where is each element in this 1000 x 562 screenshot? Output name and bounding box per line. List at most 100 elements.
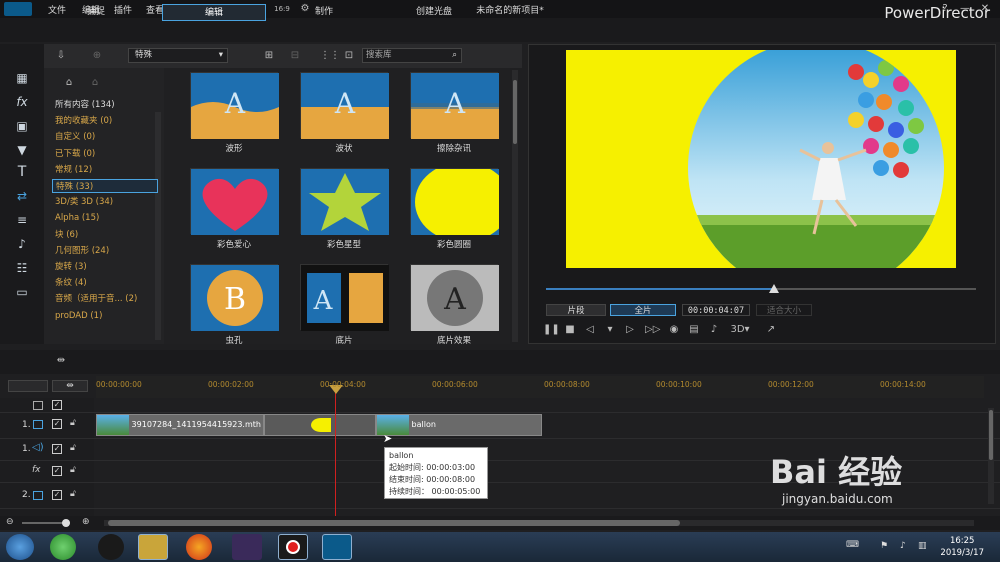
- category-item[interactable]: 已下载 (0): [52, 147, 158, 161]
- transition-thumbnail-wavy[interactable]: A: [300, 72, 389, 139]
- tray-network-icon[interactable]: ▥: [918, 541, 927, 551]
- audio-track-lock-icon[interactable]: 🔓︎: [70, 443, 76, 453]
- playhead[interactable]: [335, 388, 336, 516]
- thumbnail-size-icon[interactable]: ⊡: [342, 49, 356, 63]
- category-item[interactable]: 我的收藏夹 (0): [52, 114, 158, 128]
- video-track-enable-checkbox[interactable]: ✓: [52, 419, 62, 429]
- pip-room-icon[interactable]: ▣: [14, 118, 30, 134]
- transition-thumbnail-star[interactable]: [300, 168, 389, 235]
- timecode-display[interactable]: 00:00:04:07: [682, 304, 750, 316]
- category-item[interactable]: 音频（适用于音... (2): [52, 292, 158, 306]
- zoom-slider-knob[interactable]: [62, 519, 70, 527]
- video-track-2-enable-checkbox[interactable]: ✓: [52, 490, 62, 500]
- previous-frame-icon[interactable]: ◁: [583, 323, 597, 337]
- transition-thumbnail-film[interactable]: A: [300, 264, 389, 331]
- fast-forward-icon[interactable]: ▷▷: [645, 323, 660, 337]
- track-all-checkbox[interactable]: ✓: [52, 400, 62, 410]
- title-room-icon[interactable]: T: [14, 164, 30, 180]
- category-item[interactable]: 旋转 (3): [52, 260, 158, 274]
- mark-in-icon[interactable]: ▾: [603, 323, 617, 337]
- taskbar-qq-icon[interactable]: [98, 534, 124, 560]
- add-to-timeline-icon[interactable]: ⊞: [262, 49, 276, 63]
- fx-room-icon[interactable]: fx: [14, 94, 30, 110]
- volume-icon[interactable]: ♪: [707, 323, 721, 337]
- category-item[interactable]: Alpha (15): [52, 211, 158, 225]
- chapter-room-icon[interactable]: ☷: [14, 260, 30, 276]
- import-icon[interactable]: ⇩: [54, 49, 68, 63]
- search-input[interactable]: 搜索库 ⌕: [362, 48, 462, 63]
- track-all-video-icon[interactable]: [33, 401, 43, 410]
- category-item[interactable]: 3D/类 3D (34): [52, 195, 158, 209]
- category-item[interactable]: 块 (6): [52, 228, 158, 242]
- tray-flag-icon[interactable]: ⚑: [880, 541, 888, 551]
- taskbar-explorer-icon[interactable]: [138, 534, 168, 560]
- taskbar-media-app-icon[interactable]: [232, 534, 262, 560]
- video-track-2-lock-icon[interactable]: 🔓︎: [70, 489, 76, 499]
- next-frame-icon[interactable]: ▷: [623, 323, 637, 337]
- add-favorite-icon[interactable]: ⊟: [288, 49, 302, 63]
- library-scroll-thumb[interactable]: [513, 80, 517, 144]
- timeline-clip-ballon[interactable]: ballon: [376, 414, 542, 436]
- taskbar-360-icon[interactable]: [50, 534, 76, 560]
- category-item[interactable]: proDAD (1): [52, 309, 158, 323]
- audio-track-enable-checkbox[interactable]: ✓: [52, 444, 62, 454]
- brand-name: PowerDirector: [884, 4, 990, 22]
- transition-thumbnail-negative[interactable]: A: [410, 264, 499, 331]
- category-dropdown[interactable]: 特殊 ▾: [128, 48, 228, 63]
- fit-size-dropdown[interactable]: 适合大小: [756, 304, 812, 316]
- fit-timeline-button[interactable]: ⇹: [52, 380, 88, 392]
- segment-mode-button[interactable]: 片段: [546, 304, 606, 316]
- three-d-toggle[interactable]: 3D▾: [728, 323, 752, 337]
- category-item[interactable]: 条纹 (4): [52, 276, 158, 290]
- seek-knob[interactable]: [768, 284, 779, 293]
- system-clock[interactable]: 16:25 2019/3/17: [940, 535, 984, 559]
- audio-mixing-icon[interactable]: ≡: [14, 212, 30, 228]
- fx-track-enable-checkbox[interactable]: ✓: [52, 466, 62, 476]
- tab-create-disc[interactable]: 创建光盘: [382, 4, 486, 21]
- timeline-clip[interactable]: 39107284_1411954415923.mth: [96, 414, 264, 436]
- media-room-icon[interactable]: ▦: [14, 70, 30, 86]
- remove-tag-icon[interactable]: ⌂: [88, 76, 102, 90]
- grid-view-icon[interactable]: ⋮⋮: [320, 49, 340, 63]
- transition-thumbnail-noise[interactable]: A: [410, 72, 499, 139]
- transition-thumbnail-circle[interactable]: [410, 162, 510, 242]
- pause-icon[interactable]: ❚❚: [543, 323, 560, 337]
- transition-clip[interactable]: [264, 414, 376, 436]
- category-item[interactable]: 特殊 (33): [52, 179, 158, 193]
- download-icon[interactable]: ⊕: [90, 49, 104, 63]
- fx-track-lock-icon[interactable]: 🔓︎: [70, 465, 76, 475]
- zoom-in-icon[interactable]: ⊕: [82, 517, 90, 527]
- track-manager-button[interactable]: [8, 380, 48, 392]
- category-item[interactable]: 几何图形 (24): [52, 244, 158, 258]
- video-track-lock-icon[interactable]: 🔓︎: [70, 418, 76, 428]
- tab-capture[interactable]: 捕捉: [44, 4, 148, 21]
- taskbar-record-icon[interactable]: [278, 534, 308, 560]
- tab-produce[interactable]: 制作: [272, 4, 376, 21]
- snapshot-camera-icon[interactable]: ◉: [667, 323, 681, 337]
- start-button-icon[interactable]: [6, 534, 34, 560]
- category-item[interactable]: 自定义 (0): [52, 130, 158, 144]
- tab-edit[interactable]: 编辑: [162, 4, 266, 21]
- zoom-out-icon[interactable]: ⊖: [6, 517, 14, 527]
- stop-icon[interactable]: ■: [563, 323, 577, 337]
- undock-preview-icon[interactable]: ↗: [764, 323, 778, 337]
- add-tag-icon[interactable]: ⌂: [62, 76, 76, 90]
- transition-thumbnail-heart[interactable]: [190, 168, 279, 235]
- taskbar-powerdirector-icon[interactable]: [322, 534, 352, 560]
- transition-thumbnail-wormhole[interactable]: B: [190, 264, 279, 331]
- subtitle-room-icon[interactable]: ▭: [14, 284, 30, 300]
- subtitle-icon[interactable]: ▤: [687, 323, 701, 337]
- voice-over-icon[interactable]: ♪: [14, 236, 30, 252]
- category-item[interactable]: 常规 (12): [52, 163, 158, 177]
- full-movie-mode-button[interactable]: 全片: [610, 304, 676, 316]
- transition-room-icon[interactable]: ⇄: [14, 188, 30, 204]
- category-item[interactable]: 所有内容 (134): [52, 98, 158, 112]
- particle-room-icon[interactable]: ▼: [14, 142, 30, 158]
- split-icon[interactable]: ⇹: [54, 354, 68, 368]
- transition-thumbnail-wave[interactable]: A: [190, 72, 279, 139]
- tray-keyboard-icon[interactable]: ⌨: [846, 540, 859, 550]
- search-icon[interactable]: ⌕: [452, 49, 457, 62]
- timeline-horizontal-scroll-thumb[interactable]: [108, 520, 680, 526]
- tray-volume-icon[interactable]: ♪: [900, 541, 906, 551]
- taskbar-firefox-icon[interactable]: [186, 534, 212, 560]
